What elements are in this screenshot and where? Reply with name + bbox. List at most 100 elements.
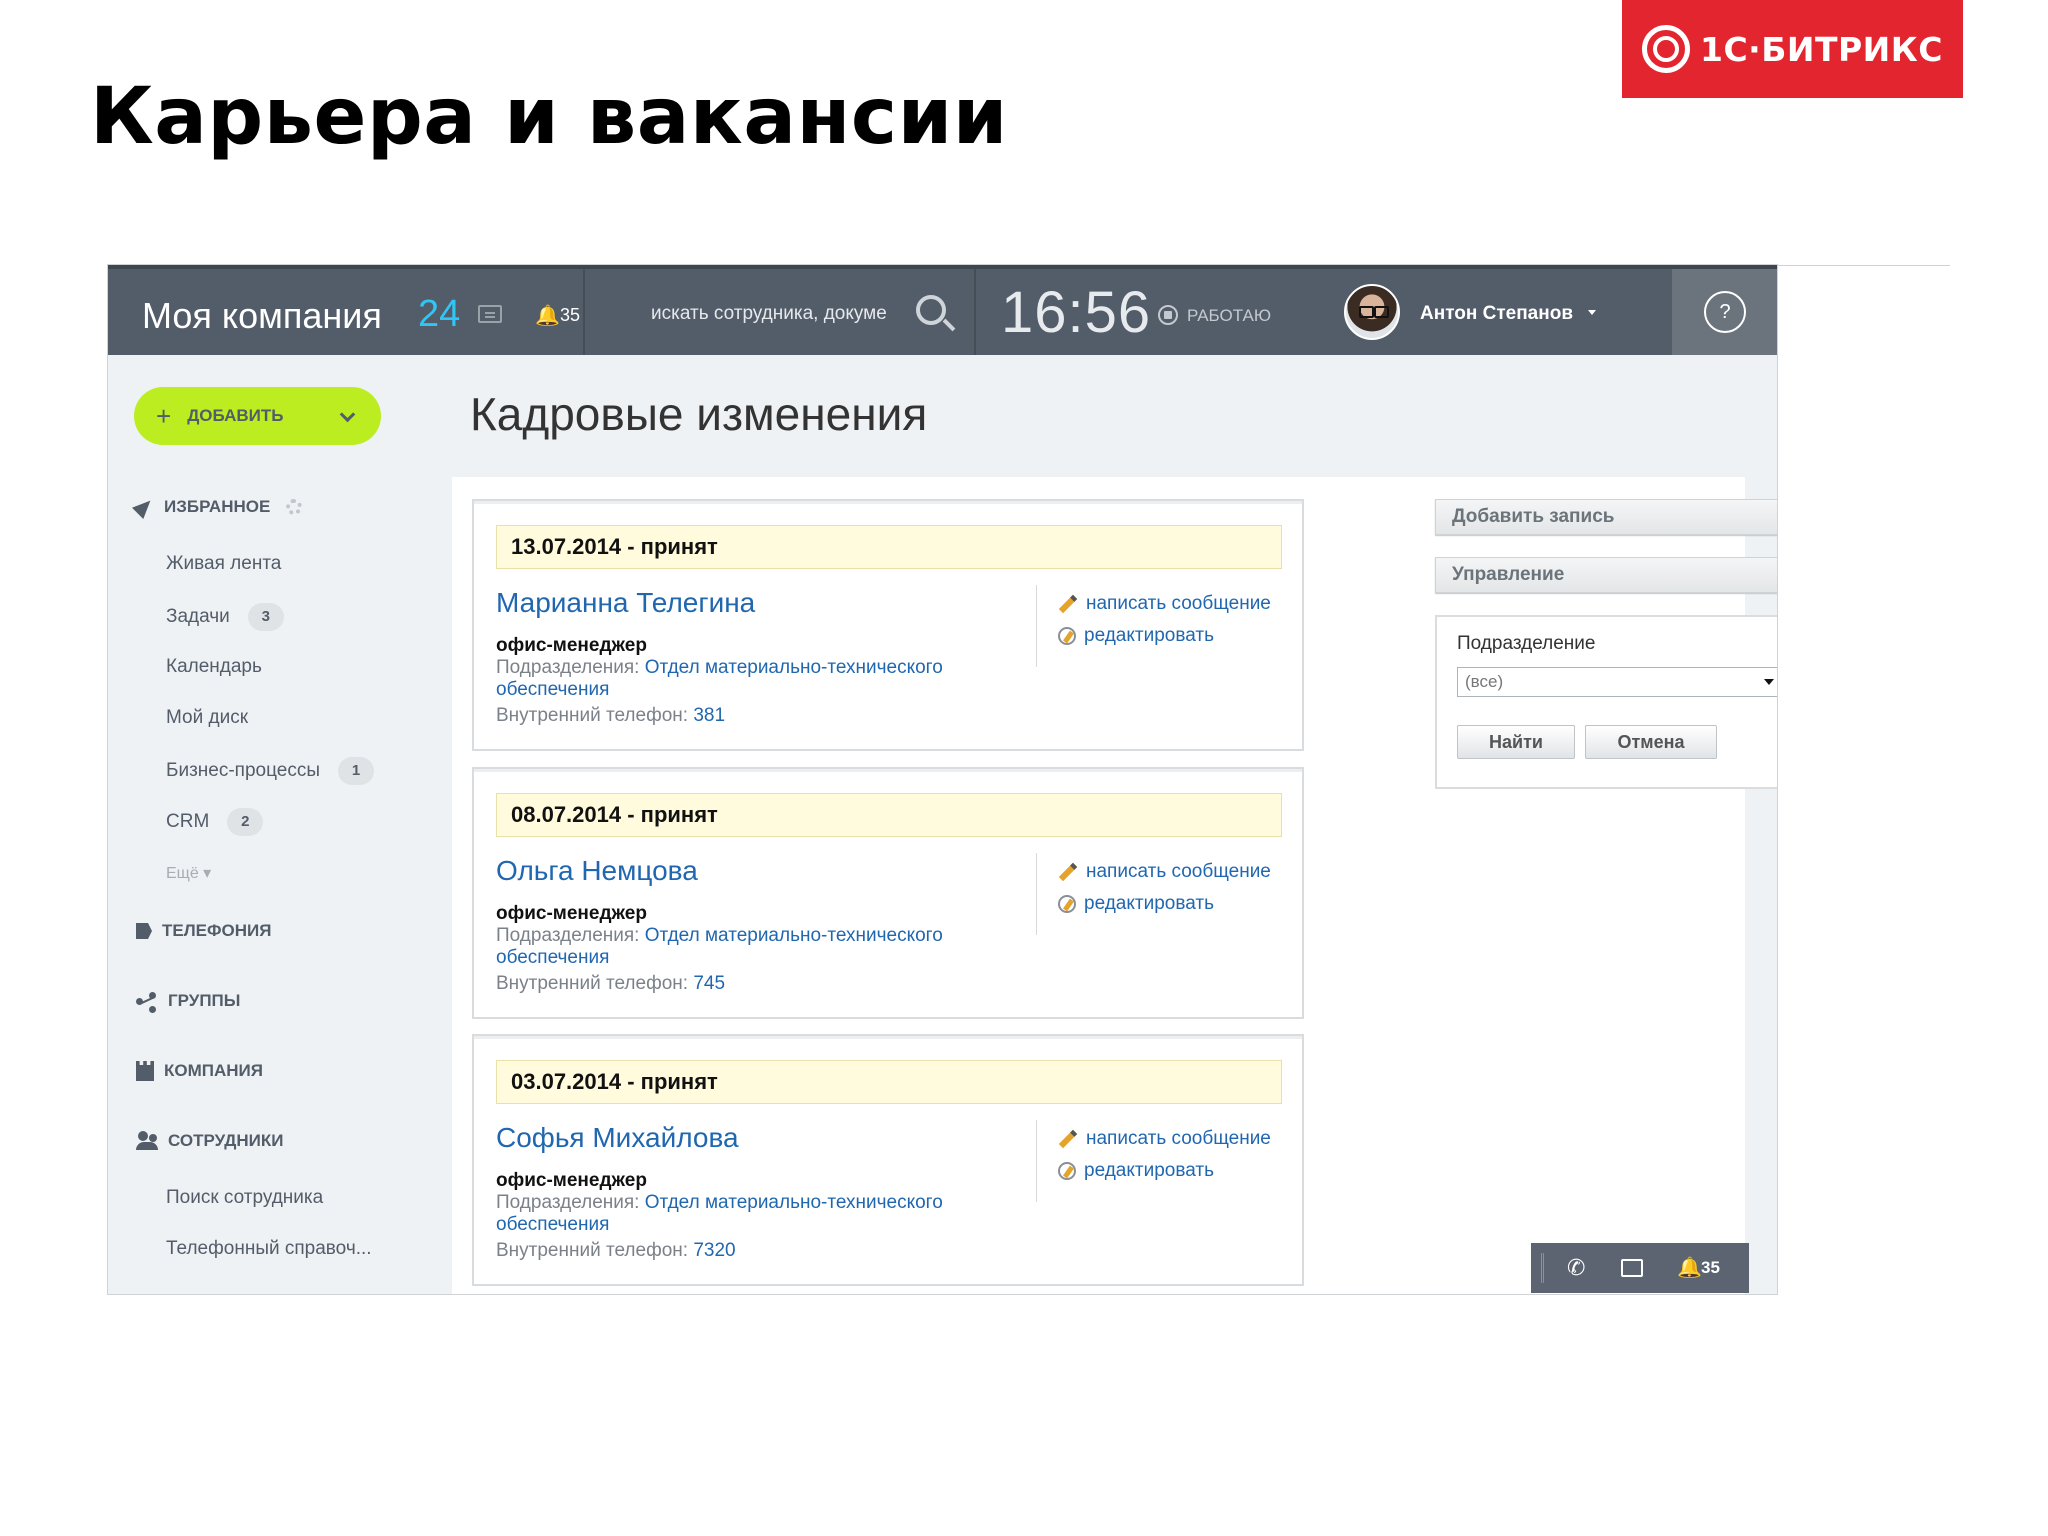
page-title: Кадровые изменения: [470, 388, 928, 440]
phone-link[interactable]: 7320: [693, 1240, 735, 1261]
plus-icon: +: [156, 400, 172, 431]
toolbar-handle[interactable]: [1541, 1253, 1544, 1283]
telephony-icon: [136, 923, 152, 939]
card-header: 08.07.2014 - принят: [496, 793, 1282, 837]
manage-button[interactable]: Управление: [1435, 557, 1777, 593]
sidebar-section-label: СОТРУДНИКИ: [168, 1131, 284, 1150]
sidebar-section-employees[interactable]: СОТРУДНИКИ: [136, 1131, 284, 1151]
brand-logo: 1С·БИТРИКС: [1622, 0, 1963, 98]
phone-link[interactable]: 745: [693, 973, 725, 994]
sidebar-section-label: КОМПАНИЯ: [164, 1061, 263, 1080]
add-button[interactable]: + ДОБАВИТЬ: [134, 387, 381, 445]
user-avatar[interactable]: [1344, 284, 1400, 340]
sidebar-item-label: Поиск сотрудника: [166, 1187, 324, 1208]
chat-icon[interactable]: [1621, 1259, 1643, 1277]
notification-count[interactable]: 35: [560, 305, 580, 326]
action-label: редактировать: [1084, 893, 1214, 914]
sidebar-more-link[interactable]: Ещё ▾: [166, 863, 211, 883]
help-button[interactable]: ?: [1672, 269, 1777, 355]
edit-link[interactable]: редактировать: [1058, 893, 1214, 915]
personnel-change-card: 08.07.2014 - принят Ольга Немцова офис-м…: [472, 767, 1304, 1019]
chevron-down-icon[interactable]: [339, 406, 356, 423]
sidebar-section-label: ИЗБРАННОЕ: [164, 497, 271, 516]
brand-logo-text: 1С·БИТРИКС: [1700, 29, 1943, 69]
sidebar-item-phone-directory[interactable]: Телефонный справоч...: [166, 1238, 372, 1260]
phone-link[interactable]: 381: [693, 705, 725, 726]
phone-info: Внутренний телефон: 7320: [496, 1240, 736, 1262]
company-count[interactable]: 24: [418, 293, 460, 336]
sidebar-item-employee-search[interactable]: Поиск сотрудника: [166, 1187, 323, 1209]
sidebar-item-tasks[interactable]: Задачи 3: [166, 603, 284, 631]
brand-logo-icon: [1642, 25, 1690, 73]
user-name[interactable]: Антон Степанов: [1420, 303, 1573, 325]
find-button[interactable]: Найти: [1457, 725, 1575, 759]
employee-position: офис-менеджер: [496, 903, 647, 924]
sidebar-section-groups[interactable]: ГРУППЫ: [136, 991, 240, 1011]
sidebar-item-my-drive[interactable]: Мой диск: [166, 707, 248, 729]
sidebar-item-label: Живая лента: [166, 553, 282, 574]
add-record-button[interactable]: Добавить запись: [1435, 499, 1777, 535]
sidebar-item-label: Календарь: [166, 656, 262, 677]
gear-icon[interactable]: [286, 499, 303, 515]
action-label: написать сообщение: [1086, 861, 1271, 882]
slide-title: Карьера и вакансии: [90, 72, 1008, 162]
content-area: 13.07.2014 - принят Марианна Телегина оф…: [452, 477, 1745, 1294]
work-status[interactable]: РАБОТАЮ: [1187, 306, 1271, 326]
topbar-divider: [974, 269, 976, 355]
sidebar-section-telephony[interactable]: ТЕЛЕФОНИЯ: [136, 921, 271, 941]
app-window: Моя компания 24 🔔 35 искать сотрудника, …: [107, 264, 1778, 1295]
personnel-change-card: 03.07.2014 - принят Софья Михайлова офис…: [472, 1034, 1304, 1286]
search-input[interactable]: искать сотрудника, докуме: [651, 303, 891, 325]
department-info: Подразделения: Отдел материально-техниче…: [496, 925, 996, 969]
add-button-label: ДОБАВИТЬ: [187, 406, 284, 425]
sidebar-section-favorites[interactable]: ИЗБРАННОЕ: [131, 494, 303, 520]
sidebar-item-calendar[interactable]: Календарь: [166, 656, 262, 678]
company-icon: [136, 1061, 154, 1081]
sidebar-section-company[interactable]: КОМПАНИЯ: [136, 1061, 263, 1081]
department-select[interactable]: (все): [1457, 667, 1777, 697]
send-message-link[interactable]: написать сообщение: [1058, 1128, 1271, 1150]
sidebar-item-crm[interactable]: CRM 2: [166, 808, 264, 836]
pencil-icon: [1058, 1129, 1078, 1149]
dropdown-arrow-icon: [1764, 679, 1774, 685]
department-label: Подразделения:: [496, 657, 640, 678]
pin-icon: [131, 494, 157, 520]
phone-icon[interactable]: ✆: [1567, 1255, 1585, 1281]
topbar-divider: [583, 269, 585, 355]
sidebar-item-label: Телефонный справоч...: [166, 1238, 372, 1259]
clock[interactable]: 16:56: [1001, 279, 1151, 346]
cancel-button[interactable]: Отмена: [1585, 725, 1717, 759]
department-label: Подразделения:: [496, 925, 640, 946]
help-icon[interactable]: ?: [1704, 291, 1746, 333]
employee-name-link[interactable]: Ольга Немцова: [496, 855, 698, 887]
bottom-toolbar: ✆ 🔔 35: [1531, 1243, 1749, 1293]
employee-name-link[interactable]: Софья Михайлова: [496, 1122, 739, 1154]
chat-icon[interactable]: [478, 305, 502, 323]
edit-icon: [1058, 895, 1076, 913]
sidebar-item-business-processes[interactable]: Бизнес-процессы 1: [166, 757, 374, 785]
search-icon[interactable]: [916, 295, 946, 325]
send-message-link[interactable]: написать сообщение: [1058, 593, 1271, 615]
edit-link[interactable]: редактировать: [1058, 1160, 1214, 1182]
sidebar-item-live-feed[interactable]: Живая лента: [166, 553, 281, 575]
personnel-change-card: 13.07.2014 - принят Марианна Телегина оф…: [472, 499, 1304, 751]
bell-icon[interactable]: 🔔: [1677, 1255, 1702, 1280]
company-name[interactable]: Моя компания: [142, 295, 382, 337]
bell-icon[interactable]: 🔔: [535, 303, 560, 328]
counter-badge: 1: [338, 757, 374, 785]
employee-position: офис-менеджер: [496, 1170, 647, 1191]
employee-name-link[interactable]: Марианна Телегина: [496, 587, 755, 619]
phone-label: Внутренний телефон:: [496, 1240, 689, 1261]
phone-info: Внутренний телефон: 745: [496, 973, 725, 995]
employee-position: офис-менеджер: [496, 635, 647, 656]
department-filter: Подразделение (все) Найти Отмена: [1435, 615, 1777, 789]
phone-info: Внутренний телефон: 381: [496, 705, 725, 727]
edit-link[interactable]: редактировать: [1058, 625, 1214, 647]
work-status-icon[interactable]: [1158, 305, 1178, 325]
user-menu-caret-icon[interactable]: [1588, 310, 1596, 315]
department-label: Подразделения:: [496, 1192, 640, 1213]
sidebar-section-label: ТЕЛЕФОНИЯ: [162, 921, 272, 940]
send-message-link[interactable]: написать сообщение: [1058, 861, 1271, 883]
notification-count[interactable]: 35: [1701, 1258, 1720, 1278]
card-divider: [1036, 853, 1037, 935]
